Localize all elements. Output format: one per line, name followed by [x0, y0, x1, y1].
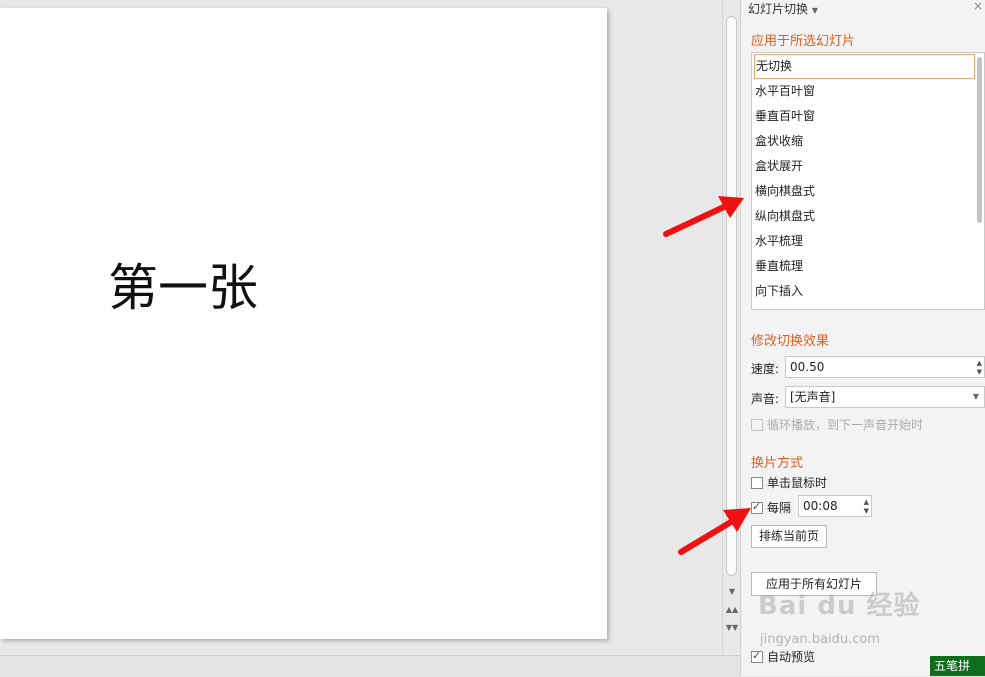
- sound-label: 声音:: [751, 392, 780, 406]
- watermark-url: jingyan.baidu.com: [760, 632, 880, 647]
- close-icon[interactable]: ×: [973, 0, 983, 13]
- auto-preview-option[interactable]: 自动预览: [751, 648, 815, 665]
- transition-item[interactable]: 向下插入: [752, 279, 984, 304]
- transition-list[interactable]: 无切换 水平百叶窗 垂直百叶窗 盒状收缩 盒状展开 横向棋盘式 纵向棋盘式 水平梳理 垂直梳理向…: [751, 52, 985, 310]
- auto-preview-checkbox[interactable]: [751, 649, 763, 663]
- slide-transition-panel: 幻灯片切换 ▼ × 应用于所选幻灯片 无切换 水平百叶窗 垂直百叶窗 盒状收缩 盒状展开…: [740, 0, 985, 676]
- next-slide-icon[interactable]: ▼▼: [723, 622, 741, 634]
- red-arrow-icon: [678, 508, 751, 555]
- every-time-stepper[interactable]: 00:08 ▲ ▼: [798, 495, 872, 517]
- panel-header[interactable]: 幻灯片切换 ▼: [748, 0, 818, 17]
- speed-up-icon[interactable]: ▲: [977, 359, 982, 367]
- panel-title: 幻灯片切换: [748, 2, 809, 16]
- transition-item[interactable]: 盒状展开: [752, 154, 984, 179]
- ime-label: 五笔拼: [934, 659, 971, 673]
- transition-item[interactable]: 无切换: [754, 54, 975, 79]
- baidu-watermark: Bai du 经验: [758, 591, 921, 621]
- speed-value: 00.50: [790, 360, 825, 374]
- every-option[interactable]: 每隔: [751, 499, 791, 516]
- prev-slide-icon[interactable]: ▲▲: [723, 604, 741, 616]
- slide-canvas: 第一张: [0, 0, 722, 655]
- scrollbar-thumb[interactable]: [726, 16, 737, 576]
- transition-item[interactable]: 垂直梳理: [752, 254, 984, 279]
- every-label: 每隔: [767, 501, 792, 515]
- transition-item[interactable]: 横向棋盘式: [752, 179, 984, 204]
- speed-label: 速度:: [751, 362, 780, 376]
- on-click-option[interactable]: 单击鼠标时: [751, 474, 827, 491]
- status-bar: [0, 655, 740, 677]
- slide-title-text[interactable]: 第一张: [108, 248, 258, 320]
- chevron-down-icon[interactable]: ▼: [812, 6, 818, 15]
- transition-item[interactable]: 盒状收缩: [752, 129, 984, 154]
- apply-section-title: 应用于所选幻灯片: [751, 34, 856, 49]
- sound-select[interactable]: [无声音] ▼: [785, 386, 985, 408]
- sound-value: [无声音]: [790, 390, 836, 404]
- transition-item[interactable]: 垂直百叶窗: [752, 104, 984, 129]
- time-up-icon[interactable]: ▲: [864, 498, 869, 506]
- scroll-down-icon[interactable]: ▼: [723, 586, 741, 598]
- loop-sound-label: 循环播放，到下一声音开始时: [767, 418, 924, 432]
- speed-down-icon[interactable]: ▼: [977, 368, 982, 376]
- slide[interactable]: 第一张: [0, 8, 607, 639]
- chevron-down-icon[interactable]: ▼: [973, 387, 979, 407]
- speed-stepper[interactable]: 00.50 ▲ ▼: [785, 356, 985, 378]
- transition-item[interactable]: 水平百叶窗: [752, 79, 984, 104]
- ime-indicator[interactable]: 五笔拼: [930, 656, 985, 676]
- advance-section-title: 换片方式: [751, 456, 804, 471]
- rehearse-button[interactable]: 排练当前页: [751, 525, 827, 548]
- transition-item[interactable]: 纵向棋盘式: [752, 204, 984, 229]
- on-click-checkbox[interactable]: [751, 476, 763, 489]
- auto-preview-label: 自动预览: [767, 650, 816, 664]
- list-scrollbar[interactable]: [977, 57, 982, 223]
- loop-sound-checkbox[interactable]: [751, 418, 763, 431]
- transition-item[interactable]: 水平梳理: [752, 229, 984, 254]
- every-time-value: 00:08: [803, 499, 838, 513]
- loop-sound-option: 循环播放，到下一声音开始时: [751, 416, 923, 433]
- time-down-icon[interactable]: ▼: [864, 507, 869, 515]
- red-arrow-icon: [663, 196, 744, 237]
- modify-section-title: 修改切换效果: [751, 334, 830, 349]
- on-click-label: 单击鼠标时: [767, 476, 828, 490]
